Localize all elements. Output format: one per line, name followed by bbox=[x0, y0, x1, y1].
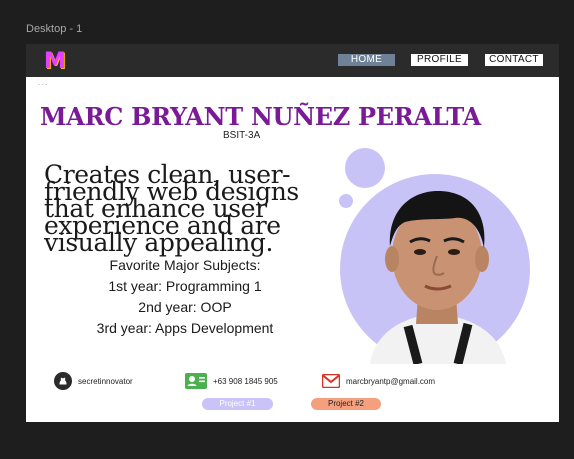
frame-label: Desktop - 1 bbox=[26, 23, 83, 35]
subjects-list: Favorite Major Subjects: 1st year: Progr… bbox=[66, 255, 304, 339]
profile-photo bbox=[360, 156, 512, 364]
decorative-dots: - - - bbox=[38, 82, 48, 88]
nav-contact-button[interactable]: CONTACT bbox=[485, 54, 543, 66]
logo-m-icon[interactable]: M bbox=[40, 49, 70, 75]
subject-item: 3rd year: Apps Development bbox=[96, 320, 274, 336]
project-1-button[interactable]: Project #1 bbox=[202, 398, 273, 410]
github-contact[interactable]: secretinnovator bbox=[54, 371, 133, 391]
github-username: secretinnovator bbox=[78, 376, 133, 386]
project-2-button[interactable]: Project #2 bbox=[311, 398, 381, 410]
nav-profile-button[interactable]: PROFILE bbox=[411, 54, 468, 66]
decor-circle bbox=[339, 194, 353, 208]
top-nav-bar: M HOME PROFILE CONTACT bbox=[26, 44, 559, 77]
subject-item: 2nd year: OOP bbox=[138, 299, 232, 315]
phone-contact[interactable]: +63 908 1845 905 bbox=[185, 371, 278, 391]
subjects-title: Favorite Major Subjects: bbox=[109, 257, 261, 273]
github-icon bbox=[54, 372, 72, 390]
email-address: marcbryantp@gmail.com bbox=[346, 376, 436, 386]
email-contact[interactable]: marcbryantp@gmail.com bbox=[322, 371, 435, 391]
nav-home-button[interactable]: HOME bbox=[338, 54, 395, 66]
subject-item: 1st year: Programming 1 bbox=[108, 278, 262, 294]
contact-card-icon bbox=[185, 373, 207, 389]
mail-icon bbox=[322, 374, 340, 388]
page-title: MARC BRYANT NUÑEZ PERALTA bbox=[40, 102, 481, 131]
tagline: Creates clean, user-friendly web designs… bbox=[44, 160, 299, 257]
section-label: BSIT-3A bbox=[223, 130, 261, 141]
desktop-frame: M HOME PROFILE CONTACT - - - MARC BRYANT… bbox=[26, 44, 559, 422]
phone-number: +63 908 1845 905 bbox=[213, 376, 278, 386]
